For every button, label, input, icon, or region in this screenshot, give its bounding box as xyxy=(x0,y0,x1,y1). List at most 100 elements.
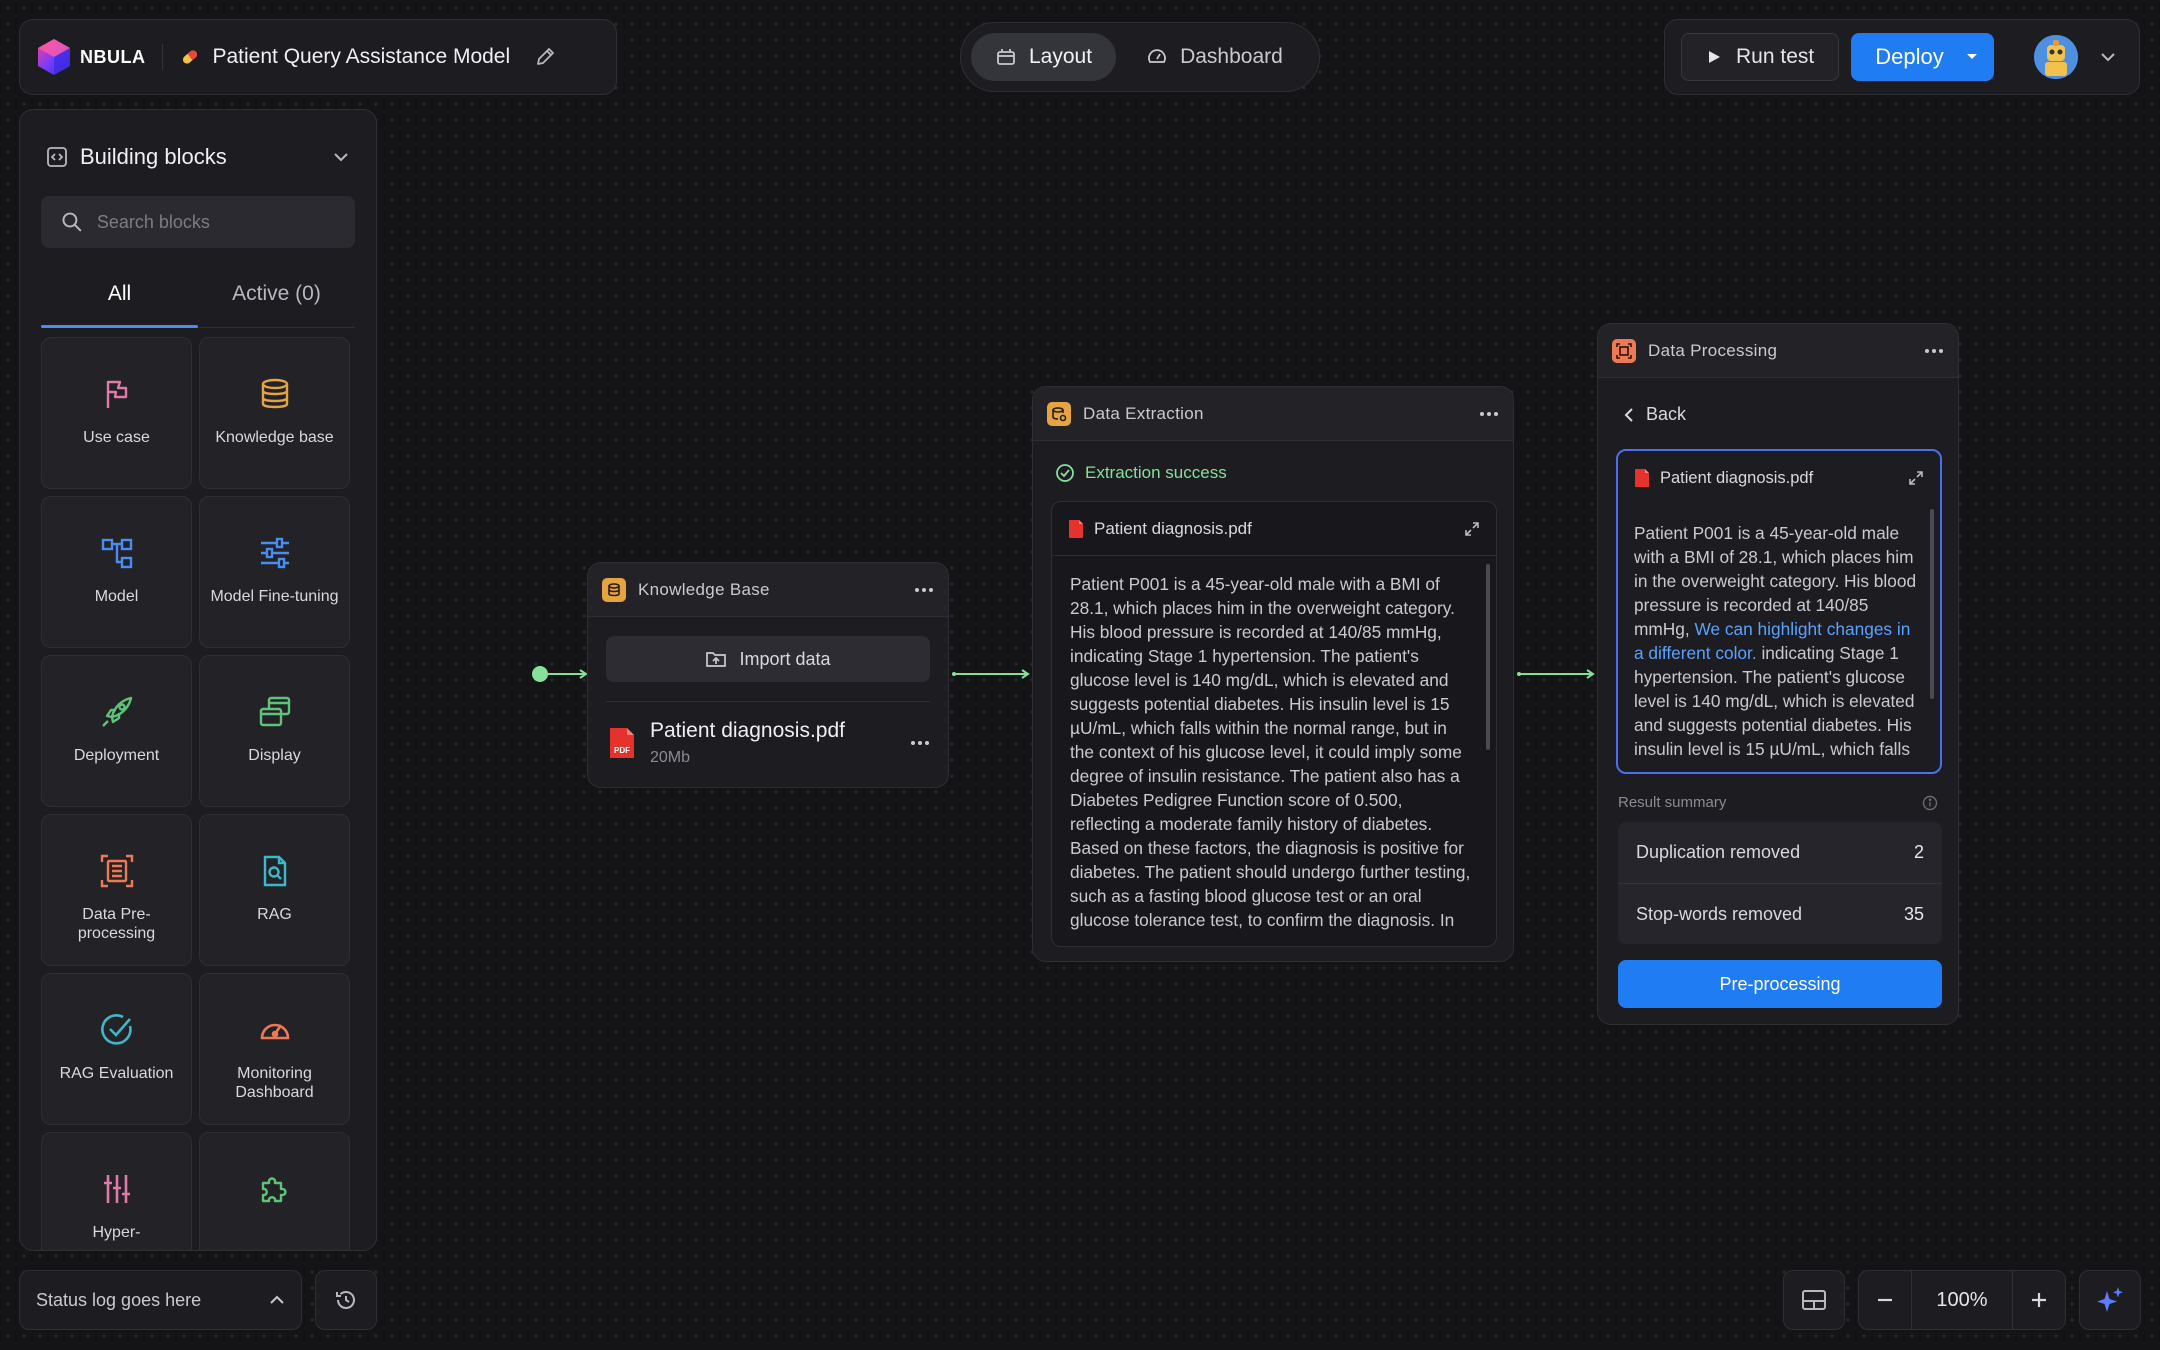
more-options-icon[interactable] xyxy=(914,587,934,593)
file-size: 20Mb xyxy=(650,749,691,766)
pdf-file-icon: PDF xyxy=(610,728,634,758)
pdf-file-icon xyxy=(1635,469,1649,487)
block-label: Display xyxy=(248,747,301,764)
expand-icon[interactable] xyxy=(1908,470,1924,486)
pre-processing-button[interactable]: Pre-processing xyxy=(1618,960,1942,1008)
info-icon[interactable] xyxy=(1922,795,1938,811)
block-model-fine-tuning[interactable]: Model Fine-tuning xyxy=(199,496,350,648)
result-label: Duplication removed xyxy=(1636,842,1801,862)
plus-icon xyxy=(2032,1293,2046,1307)
zoom-level: 100% xyxy=(1911,1271,2013,1329)
block-deployment[interactable]: Deployment xyxy=(41,655,192,807)
ai-assistant-button[interactable] xyxy=(2079,1270,2141,1330)
block-label: Use case xyxy=(83,429,150,446)
document-search-icon xyxy=(263,855,286,887)
file-info: Patient diagnosis.pdf 20Mb xyxy=(650,719,845,767)
code-block-icon xyxy=(47,147,67,167)
more-options-icon[interactable] xyxy=(1479,411,1499,417)
divider xyxy=(161,44,163,70)
history-button[interactable] xyxy=(315,1270,377,1330)
panel-layout-button[interactable] xyxy=(1783,1270,1845,1330)
svg-text:PDF: PDF xyxy=(614,746,630,755)
block-plugin[interactable] xyxy=(199,1132,350,1250)
chevron-left-icon xyxy=(1624,407,1633,422)
vertical-sliders-icon xyxy=(103,1175,130,1203)
tab-all[interactable]: All xyxy=(41,270,198,328)
document-preview: Patient diagnosis.pdf Patient P001 is a … xyxy=(1051,501,1497,947)
extraction-status: Extraction success xyxy=(1055,463,1227,483)
more-options-icon[interactable] xyxy=(910,740,930,746)
result-value: 35 xyxy=(1903,903,1924,924)
block-label: Deployment xyxy=(73,747,160,764)
check-circle-icon xyxy=(1056,464,1074,482)
block-knowledge-base[interactable]: Knowledge base xyxy=(199,337,350,489)
folder-upload-icon xyxy=(706,652,727,667)
back-button[interactable]: Back xyxy=(1624,404,1686,425)
edit-title-button[interactable] xyxy=(534,46,556,68)
play-icon xyxy=(1709,51,1720,63)
user-menu[interactable] xyxy=(2033,35,2116,79)
block-monitoring-dashboard[interactable]: Monitoring Dashboard xyxy=(199,973,350,1125)
block-label: Hyper- xyxy=(92,1224,141,1241)
search-bar xyxy=(41,196,355,248)
tab-dashboard[interactable]: Dashboard xyxy=(1122,33,1307,81)
import-data-button[interactable]: Import data xyxy=(606,636,930,682)
chevron-down-icon[interactable] xyxy=(332,151,350,163)
block-filter-tabs: All Active (0) xyxy=(41,270,355,328)
node-header: Knowledge Base xyxy=(588,563,948,617)
block-display[interactable]: Display xyxy=(199,655,350,807)
block-rag[interactable]: RAG xyxy=(199,814,350,966)
more-options-icon[interactable] xyxy=(1924,348,1944,354)
zoom-in-button[interactable] xyxy=(2013,1271,2065,1329)
node-title: Data Extraction xyxy=(1083,403,1204,423)
database-gear-icon xyxy=(1047,401,1071,426)
block-label: Monitoring Dashboard xyxy=(235,1065,314,1101)
document-text: Patient P001 is a 45-year-old male with … xyxy=(1070,574,1471,936)
scrollbar[interactable] xyxy=(1930,509,1934,699)
gauge-icon xyxy=(260,1023,289,1040)
file-item[interactable]: PDF Patient diagnosis.pdf 20Mb xyxy=(608,719,930,767)
deploy-button[interactable]: Deploy xyxy=(1851,33,1994,81)
nbula-logo-icon xyxy=(38,39,70,75)
knowledge-base-node[interactable]: Knowledge Base Import data PDF Patient d… xyxy=(587,562,949,788)
block-label: Knowledge base xyxy=(215,429,334,446)
caret-down-icon[interactable] xyxy=(1966,53,1978,61)
zoom-out-button[interactable] xyxy=(1859,1271,1911,1329)
data-processing-node[interactable]: Data Processing Back Patient diagnosis.p… xyxy=(1597,323,1959,1025)
search-input[interactable] xyxy=(96,211,335,233)
avatar xyxy=(2033,35,2078,79)
processed-document-text: Patient P001 is a 45-year-old male with … xyxy=(1634,521,1920,771)
building-blocks-header[interactable]: Building blocks xyxy=(46,144,350,170)
brand-logo[interactable]: NBULA xyxy=(34,37,146,77)
data-extraction-node[interactable]: Data Extraction Extraction success Patie… xyxy=(1032,386,1514,962)
panel-layout-icon xyxy=(1802,1290,1826,1310)
input-connector xyxy=(532,666,588,682)
document-header: Patient diagnosis.pdf xyxy=(1052,502,1496,556)
block-data-preprocessing[interactable]: Data Pre-processing xyxy=(41,814,192,966)
tab-dashboard-label: Dashboard xyxy=(1180,45,1283,68)
search-icon xyxy=(62,212,82,232)
file-name: Patient diagnosis.pdf xyxy=(650,719,845,742)
tab-layout-label: Layout xyxy=(1029,45,1093,68)
input-port[interactable] xyxy=(532,666,548,682)
status-log-text: Status log goes here xyxy=(36,1289,202,1310)
tab-layout[interactable]: Layout xyxy=(971,33,1117,81)
sparkle-icon xyxy=(2097,1287,2123,1312)
deploy-label: Deploy xyxy=(1875,44,1944,69)
chevron-down-icon xyxy=(2100,53,2115,62)
block-hyperparameters[interactable]: Hyper- xyxy=(41,1132,192,1250)
status-log-bar[interactable]: Status log goes here xyxy=(19,1270,302,1330)
expand-icon[interactable] xyxy=(1464,521,1480,537)
view-switcher: Layout Dashboard xyxy=(960,22,1320,92)
scrollbar[interactable] xyxy=(1486,564,1490,750)
extraction-status-text: Extraction success xyxy=(1085,463,1227,482)
tab-active[interactable]: Active (0) xyxy=(198,270,355,327)
database-icon xyxy=(261,378,288,409)
document-scan-icon xyxy=(100,854,133,888)
run-test-button[interactable]: Run test xyxy=(1681,33,1840,81)
block-use-case[interactable]: Use case xyxy=(41,337,192,489)
block-rag-evaluation[interactable]: RAG Evaluation xyxy=(41,973,192,1125)
document-name: Patient diagnosis.pdf xyxy=(1660,468,1814,487)
block-model[interactable]: Model xyxy=(41,496,192,648)
block-label: Model Fine-tuning xyxy=(210,588,339,605)
